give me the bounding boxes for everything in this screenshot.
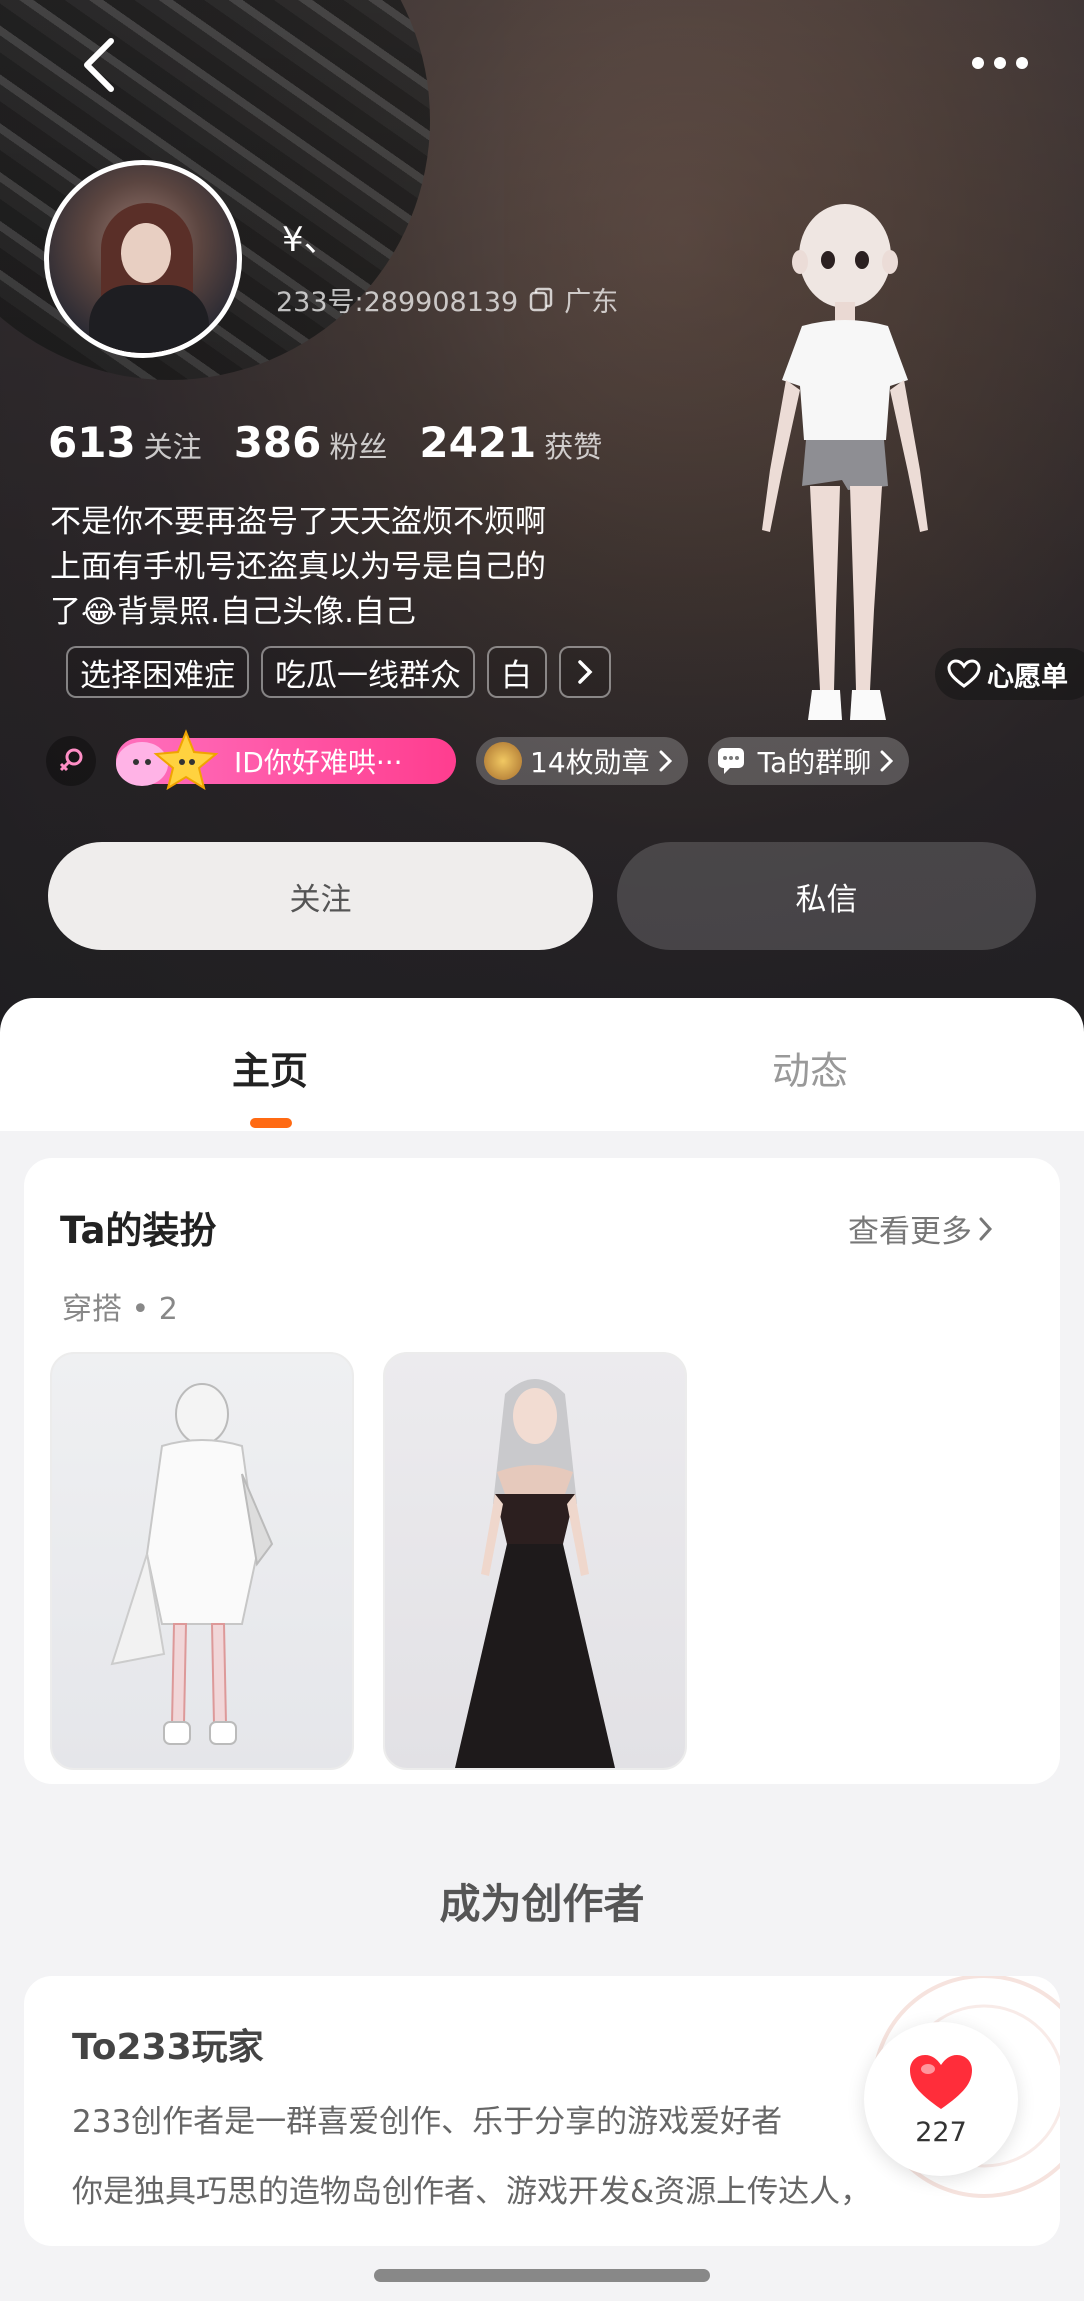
stat-following[interactable]: 613 关注 [48,418,202,467]
more-dots-icon [972,57,1028,69]
nickname: ¥、 [282,220,338,260]
creator-section-title: 成为创作者 [439,1880,645,1928]
medal-icon [484,742,522,780]
chevron-right-icon [979,1217,993,1240]
heart-icon [910,2054,972,2109]
location-text: 广东 [564,287,619,318]
chevron-right-icon [880,750,894,772]
chevron-right-icon [578,660,593,684]
profile-stats: 613 关注 386 粉丝 2421 获赞 [48,418,602,467]
tags-expand-button[interactable] [559,646,611,698]
outfits-title: Ta的装扮 [60,1209,217,1252]
avatar[interactable] [44,160,242,358]
wishlist-button[interactable]: 心愿单 [935,648,1084,700]
outfits-more-link[interactable]: 查看更多 [848,1206,994,1251]
like-count: 227 [915,2116,967,2148]
tab-active-indicator [250,1118,292,1128]
avatar-3d-figure[interactable] [730,190,960,750]
copy-icon[interactable] [528,287,554,313]
bio: 不是你不要再盗号了天天盗烦不烦啊 上面有手机号还盗真以为号是自己的 了😂背景照.… [50,504,546,630]
home-indicator[interactable] [374,2269,710,2282]
uid-line: 233号:289908139 广东 [276,280,618,319]
more-options-button[interactable] [960,38,1040,88]
back-button[interactable] [64,30,134,100]
tag-item[interactable]: 选择困难症 [66,646,249,698]
tag-item[interactable]: 吃瓜一线群众 [261,646,475,698]
tag-list: 选择困难症 吃瓜一线群众 白 [66,646,611,698]
badge-row: ID你好难哄··· 14枚勋章 Ta的群聊 [46,729,910,791]
group-chat-chip[interactable]: Ta的群聊 [707,737,910,785]
content-sheet [0,998,1084,1131]
star-mascot-icon [116,729,219,791]
stat-fans[interactable]: 386 粉丝 [234,418,388,467]
chat-bubble-icon [717,748,744,774]
creator-description-line: 233创作者是一群喜爱创作、乐于分享的游戏爱好者 [72,2104,783,2140]
gender-female-icon [46,736,96,786]
outfit-thumbnail[interactable] [50,1352,354,1770]
tab-home[interactable]: 主页 [232,1040,308,1095]
tab-feed[interactable]: 动态 [772,1040,848,1095]
floating-like-button[interactable]: 227 [864,2022,1018,2176]
outfit-figure-white [110,1383,274,1745]
stat-likes[interactable]: 2421 获赞 [419,418,602,467]
creator-description-line: 你是独具巧思的造物岛创作者、游戏开发&资源上传达人， [72,2174,872,2210]
chevron-left-icon [84,38,114,92]
tag-item[interactable]: 白 [487,646,547,698]
follow-button[interactable]: 关注 [48,842,593,950]
id-badge[interactable]: ID你好难哄··· [116,729,456,791]
message-button[interactable]: 私信 [617,842,1036,950]
chevron-right-icon [659,750,672,772]
uid-text: 233号:289908139 [276,287,519,318]
outfit-figure-black-dress [455,1379,615,1768]
outfits-subtitle: 穿搭 • 2 [62,1292,178,1327]
medals-chip[interactable]: 14枚勋章 [476,737,688,785]
outfit-thumbnail[interactable] [383,1352,687,1770]
heart-outline-icon [947,659,981,688]
creator-heading: To233玩家 [72,2027,264,2068]
